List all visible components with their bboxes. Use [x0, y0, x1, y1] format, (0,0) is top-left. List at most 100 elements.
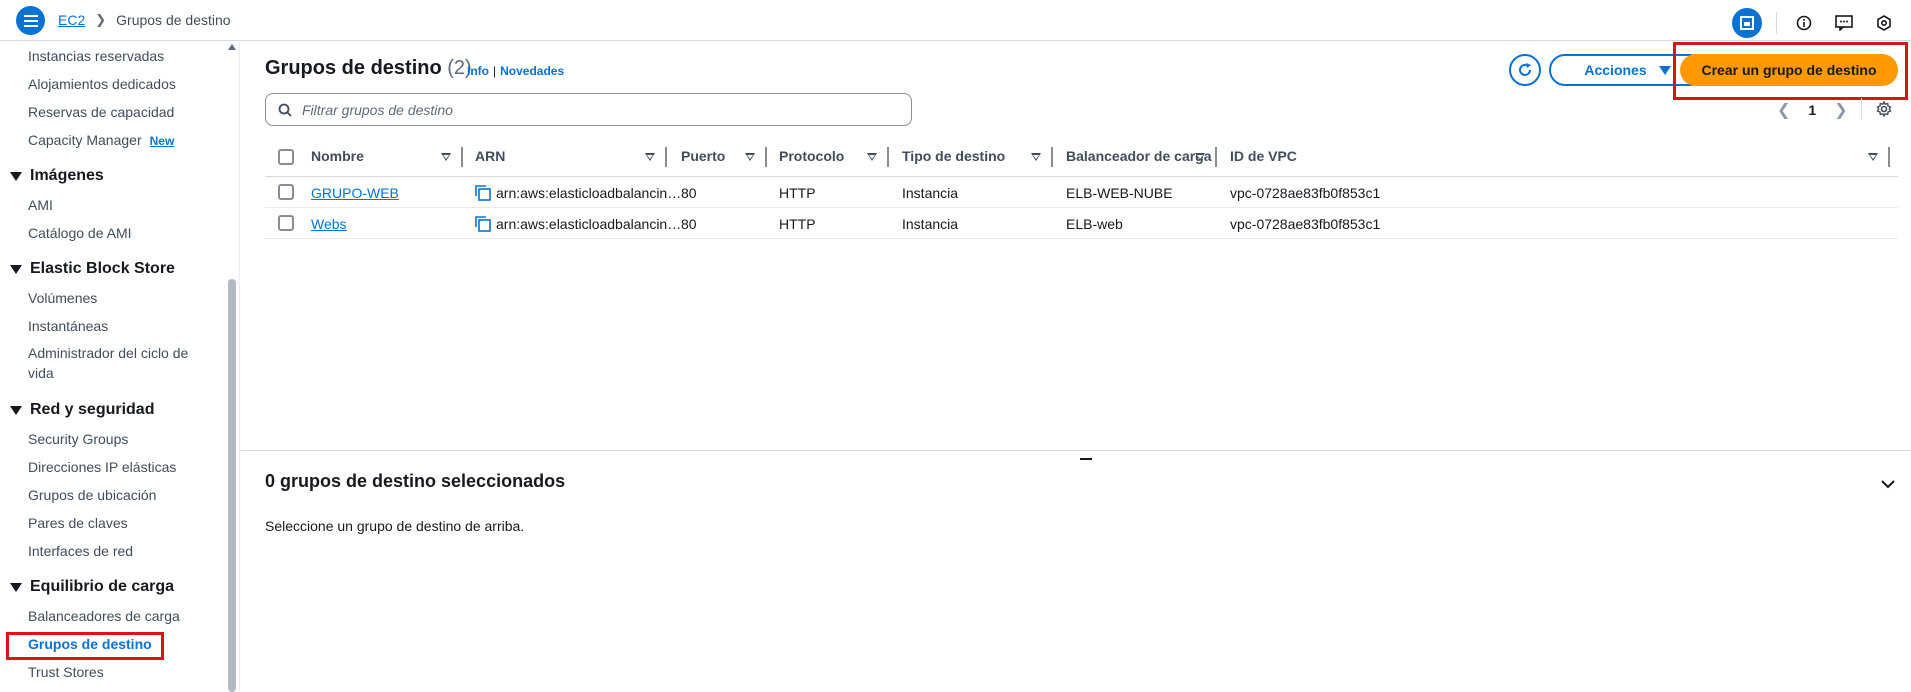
refresh-button[interactable]	[1509, 54, 1541, 86]
target-group-name-link[interactable]: Webs	[311, 216, 347, 232]
sidebar-item-catalogo-ami[interactable]: Catálogo de AMI	[28, 225, 132, 241]
row-checkbox[interactable]	[278, 184, 294, 200]
sidebar-item-label: Capacity Manager	[28, 132, 142, 148]
menu-button[interactable]	[16, 6, 45, 35]
target-type-value: Instancia	[902, 216, 959, 232]
table-row[interactable]: GRUPO-WEB arn:aws:elasticloadbalancin… 8…	[265, 177, 1898, 208]
sidebar-item-ami[interactable]: AMI	[28, 197, 53, 213]
section-title: Red y seguridad	[30, 401, 155, 418]
caret-down-icon	[10, 405, 22, 415]
column-header-puerto[interactable]: Puerto	[681, 148, 725, 164]
vpc-id-value: vpc-0728ae83fb0f853c1	[1230, 185, 1381, 201]
feedback-button[interactable]	[1831, 10, 1857, 36]
sort-icon[interactable]	[1868, 153, 1878, 161]
column-resizer[interactable]	[461, 147, 463, 167]
sidebar-item-pares-claves[interactable]: Pares de claves	[28, 515, 128, 531]
sidebar-item-interfaces-red[interactable]: Interfaces de red	[28, 543, 133, 559]
column-header-balanceador[interactable]: Balanceador de carga	[1066, 148, 1212, 164]
pagination: ❮ 1 ❯	[1777, 100, 1848, 120]
table-header: Nombre ARN Puerto Protocolo Tipo de dest…	[265, 137, 1898, 177]
sort-icon[interactable]	[867, 153, 877, 161]
sidebar-item-grupos-ubicacion[interactable]: Grupos de ubicación	[28, 487, 156, 503]
column-header-nombre[interactable]: Nombre	[311, 148, 364, 164]
copy-icon[interactable]	[475, 185, 491, 201]
sidebar-item-volumenes[interactable]: Volúmenes	[28, 290, 97, 306]
section-imagenes[interactable]: Imágenes	[10, 167, 104, 185]
section-elastic-block-store[interactable]: Elastic Block Store	[10, 260, 175, 278]
table-row[interactable]: Webs arn:aws:elasticloadbalancin… 80 HTT…	[265, 208, 1898, 239]
sort-icon[interactable]	[1195, 153, 1205, 161]
column-header-arn[interactable]: ARN	[475, 148, 505, 164]
actions-label: Acciones	[1584, 62, 1647, 78]
select-all-checkbox[interactable]	[278, 149, 294, 165]
sort-icon[interactable]	[645, 153, 655, 161]
caret-down-icon	[10, 264, 22, 274]
sort-icon[interactable]	[441, 153, 451, 161]
column-header-tipo-destino[interactable]: Tipo de destino	[902, 148, 1005, 164]
sort-icon[interactable]	[745, 153, 755, 161]
column-header-protocolo[interactable]: Protocolo	[779, 148, 844, 164]
column-resizer[interactable]	[665, 147, 667, 167]
column-resizer[interactable]	[765, 147, 767, 167]
info-button[interactable]	[1791, 10, 1817, 36]
sidebar-item-reservas-capacidad[interactable]: Reservas de capacidad	[28, 104, 174, 120]
caret-down-icon	[1658, 65, 1671, 75]
column-resizer[interactable]	[1215, 147, 1217, 167]
copy-icon[interactable]	[475, 216, 491, 232]
info-link[interactable]: Info	[467, 64, 489, 78]
create-target-group-button[interactable]: Crear un grupo de destino	[1680, 54, 1898, 86]
menu-icon	[23, 14, 38, 27]
panel-toggle-button[interactable]	[1732, 8, 1762, 38]
resize-handle[interactable]	[1080, 458, 1092, 460]
column-header-vpc[interactable]: ID de VPC	[1230, 148, 1297, 164]
port-value: 80	[681, 185, 697, 201]
column-resizer[interactable]	[887, 147, 889, 167]
caret-down-icon	[10, 171, 22, 181]
details-body: Seleccione un grupo de destino de arriba…	[265, 518, 525, 534]
sidebar-item-balanceadores[interactable]: Balanceadores de carga	[28, 608, 180, 624]
port-value: 80	[681, 216, 697, 232]
details-split-panel: 0 grupos de destino seleccionados Selecc…	[241, 450, 1911, 692]
row-checkbox[interactable]	[278, 215, 294, 231]
previous-page-icon[interactable]: ❮	[1777, 100, 1790, 120]
feedback-icon	[1835, 15, 1853, 31]
sidebar-item-security-groups[interactable]: Security Groups	[28, 431, 128, 447]
sidebar-item-instantaneas[interactable]: Instantáneas	[28, 318, 108, 334]
column-resizer[interactable]	[1888, 147, 1890, 167]
column-resizer[interactable]	[1051, 147, 1053, 167]
sidebar-scrollbar[interactable]	[228, 279, 236, 692]
caret-down-icon	[10, 582, 22, 592]
section-title: Equilibrio de carga	[30, 578, 175, 595]
sidebar-item-ciclo-de-vida[interactable]: Administrador del ciclo de vida	[28, 343, 213, 383]
search-input[interactable]	[302, 101, 882, 118]
arn-value: arn:aws:elasticloadbalancin…	[496, 185, 682, 201]
current-page[interactable]: 1	[1808, 102, 1816, 118]
sidebar: Instancias reservadas Alojamientos dedic…	[0, 42, 240, 692]
search-field[interactable]	[265, 93, 912, 126]
news-link[interactable]: Novedades	[500, 64, 564, 78]
sidebar-item-trust-stores[interactable]: Trust Stores	[28, 664, 104, 680]
next-page-icon[interactable]: ❯	[1834, 100, 1847, 120]
sidebar-item-instancias-reservadas[interactable]: Instancias reservadas	[28, 48, 164, 64]
table-preferences-button[interactable]	[1873, 98, 1895, 120]
sidebar-item-capacity-manager[interactable]: Capacity Manager New	[28, 132, 174, 148]
new-badge: New	[149, 134, 175, 148]
target-group-name-link[interactable]: GRUPO-WEB	[311, 185, 399, 201]
section-equilibrio-carga[interactable]: Equilibrio de carga	[10, 578, 174, 596]
collapse-button[interactable]	[1878, 474, 1898, 494]
sidebar-item-ip-elasticas[interactable]: Direcciones IP elásticas	[28, 459, 176, 475]
section-red-seguridad[interactable]: Red y seguridad	[10, 401, 154, 419]
settings-button[interactable]	[1871, 10, 1897, 36]
info-icon	[1796, 15, 1812, 31]
scroll-up-arrow[interactable]	[228, 44, 236, 50]
link-separator: |	[493, 64, 497, 78]
panel-icon	[1740, 16, 1754, 30]
sidebar-item-alojamientos-dedicados[interactable]: Alojamientos dedicados	[28, 76, 176, 92]
gear-icon	[1876, 101, 1892, 117]
breadcrumb-ec2-link[interactable]: EC2	[58, 12, 85, 28]
settings-hex-icon	[1877, 15, 1891, 31]
sort-icon[interactable]	[1031, 153, 1041, 161]
chevron-right-icon: ❯	[95, 12, 107, 27]
section-title: Imágenes	[30, 167, 104, 184]
protocol-value: HTTP	[779, 216, 816, 232]
